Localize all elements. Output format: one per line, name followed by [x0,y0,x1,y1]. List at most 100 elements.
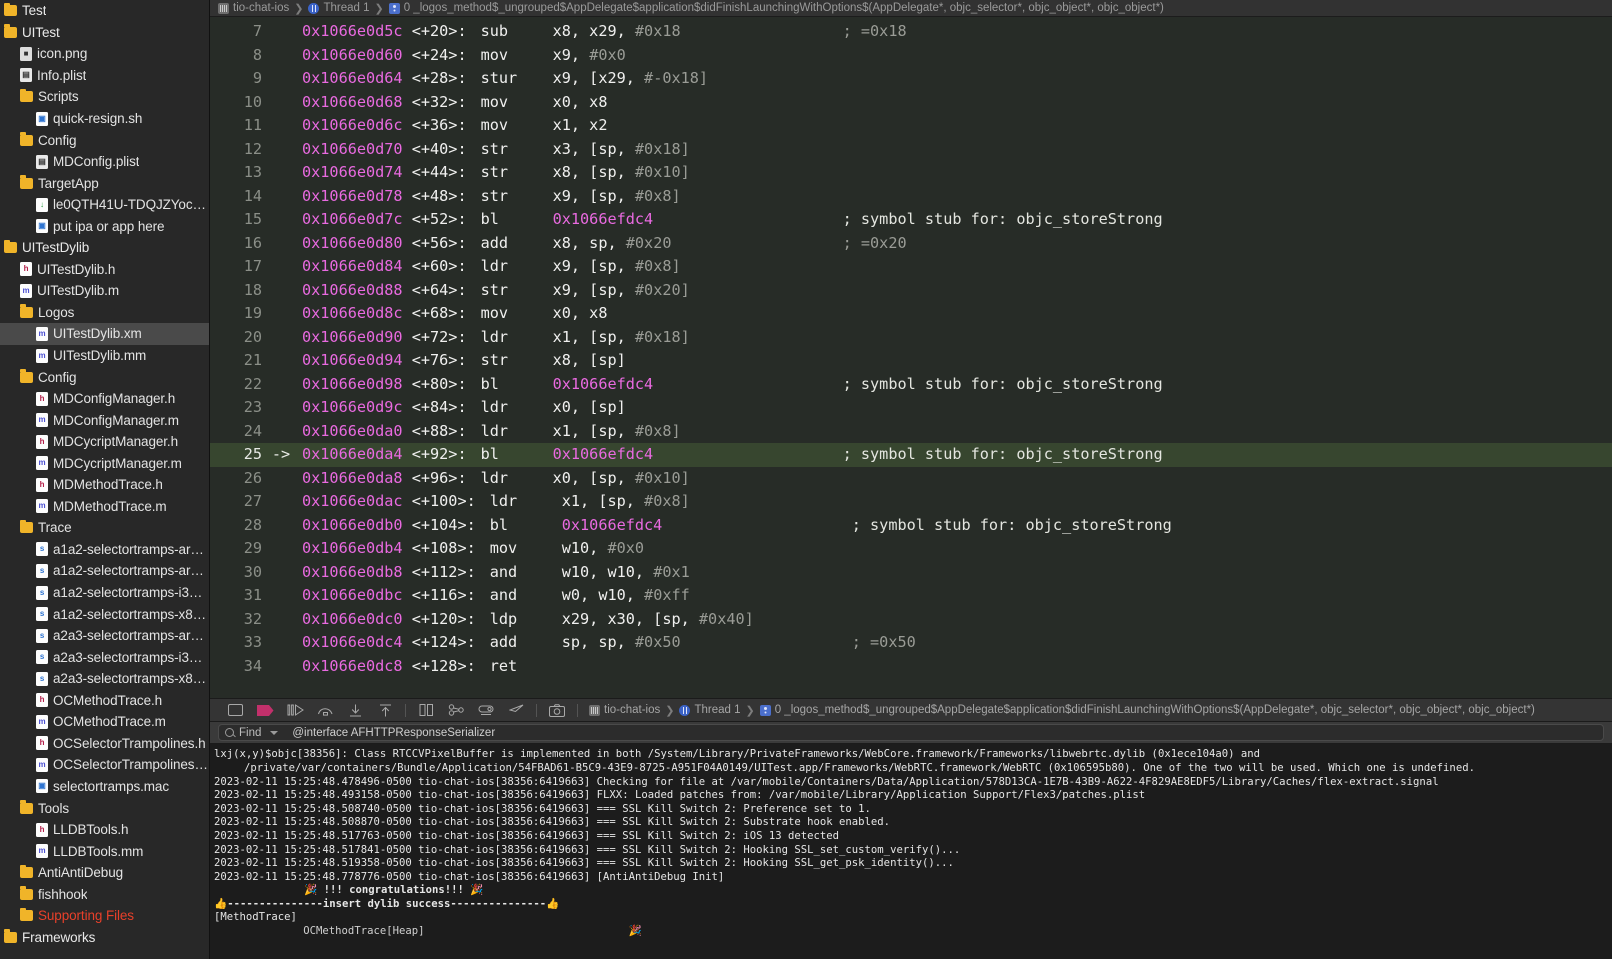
memory-graph-button[interactable] [441,699,471,721]
disassembly-row[interactable]: 15 0x1066e0d7c <+52>: bl 0x1066efdc4 ; symbo… [210,208,1612,232]
disassembly-row[interactable]: 28 0x1066e0db0 <+104>: bl 0x1066efdc4 ; symb… [210,514,1612,538]
sidebar-item-icon-png[interactable]: ■ icon.png [0,43,209,65]
disassembly-row[interactable]: 10 0x1066e0d68 <+32>: mov x0, x8 [210,91,1612,115]
step-into-button[interactable] [340,699,370,721]
disassembly-row[interactable]: 34 0x1066e0dc8 <+128>: ret [210,655,1612,679]
branch-target-address[interactable]: 0x1066efdc4 [562,516,663,534]
sidebar-item-ocselectortrampolines-mm[interactable]: m OCSelectorTrampolines.mm [0,754,209,776]
find-bar[interactable]: Find @interface AFHTTPResponseSerializer [210,722,1612,745]
branch-target-address[interactable]: 0x1066efdc4 [553,445,654,463]
sidebar-item-mdmethodtrace-m[interactable]: m MDMethodTrace.m [0,496,209,518]
sidebar-item-frameworks[interactable]: Frameworks [0,927,209,949]
disassembly-row[interactable]: 19 0x1066e0d8c <+68>: mov x0, x8 [210,302,1612,326]
jump-bar[interactable]: tio-chat-ios ❯ Thread 1 ❯ 0 _logos_metho… [210,0,1612,17]
disassembly-row[interactable]: 9 0x1066e0d64 <+28>: stur x9, [x29, #-0x18] [210,67,1612,91]
jump-bar-project[interactable]: tio-chat-ios [218,2,289,14]
branch-target-address[interactable]: 0x1066efdc4 [553,375,654,393]
debug-bar-thread[interactable]: Thread 1 [679,704,741,716]
chevron-down-icon[interactable] [270,730,279,735]
disassembly-row[interactable]: 24 0x1066e0da0 <+88>: ldr x1, [sp, #0x8] [210,420,1612,444]
sidebar-item-a2a3-selectortramps-x86-6[interactable]: s a2a3-selectortramps-x86_6... [0,668,209,690]
simulate-location-button[interactable] [501,699,531,721]
sidebar-item-logos[interactable]: Logos [0,302,209,324]
sidebar-item-mdconfigmanager-h[interactable]: h MDConfigManager.h [0,388,209,410]
disassembly-row[interactable]: 14 0x1066e0d78 <+48>: str x9, [sp, #0x8] [210,185,1612,209]
find-input[interactable]: @interface AFHTTPResponseSerializer [292,727,495,739]
disassembly-row[interactable]: 29 0x1066e0db4 <+108>: mov w10, #0x0 [210,537,1612,561]
sidebar-item-selectortramps-mac[interactable]: ▣ selectortramps.mac [0,776,209,798]
disassembly-row[interactable]: 32 0x1066e0dc0 <+120>: ldp x29, x30, [sp, #… [210,608,1612,632]
sidebar-item-a1a2-selectortramps-arm64-s[interactable]: s a1a2-selectortramps-arm64.s [0,560,209,582]
sidebar-item-mdcycriptmanager-h[interactable]: h MDCycriptManager.h [0,431,209,453]
sidebar-item-mdconfig-plist[interactable]: ▤ MDConfig.plist [0,151,209,173]
disassembly-row[interactable]: 18 0x1066e0d88 <+64>: str x9, [sp, #0x20] [210,279,1612,303]
disassembly-row[interactable]: 21 0x1066e0d94 <+76>: str x8, [sp] [210,349,1612,373]
debug-bar-jump-bar[interactable]: tio-chat-ios ❯ Thread 1 ❯ 0 _logos_metho… [589,704,1535,717]
deactivate-breakpoints-button[interactable] [250,699,280,721]
sidebar-item-uitestdylib-mm[interactable]: m UITestDylib.mm [0,345,209,367]
sidebar-item-mdcycriptmanager-m[interactable]: m MDCycriptManager.m [0,452,209,474]
environment-overrides-button[interactable] [471,699,501,721]
sidebar-item-targetapp[interactable]: TargetApp [0,172,209,194]
disassembly-row[interactable]: 26 0x1066e0da8 <+96>: ldr x0, [sp, #0x10] [210,467,1612,491]
disassembly-row[interactable]: 30 0x1066e0db8 <+112>: and w10, w10, #0x1 [210,561,1612,585]
disassembly-row[interactable]: 20 0x1066e0d90 <+72>: ldr x1, [sp, #0x18] [210,326,1612,350]
jump-bar-thread[interactable]: Thread 1 [308,2,370,14]
disassembly-row[interactable]: 16 0x1066e0d80 <+56>: add x8, sp, #0x20; =0… [210,232,1612,256]
debug-bar-project[interactable]: tio-chat-ios [589,704,660,716]
debug-toolbar[interactable]: tio-chat-ios ❯ Thread 1 ❯ 0 _logos_metho… [210,698,1612,723]
sidebar-item-test[interactable]: Test [0,0,209,22]
disassembly-row[interactable]: 8 0x1066e0d60 <+24>: mov x9, #0x0 [210,44,1612,68]
step-over-button[interactable] [310,699,340,721]
disassembly-row[interactable]: 31 0x1066e0dbc <+116>: and w0, w10, #0xff [210,584,1612,608]
project-navigator-sidebar[interactable]: Test UITest ■ icon.png ▤ Info.plist Scripts ▣ qu… [0,0,210,959]
branch-target-address[interactable]: 0x1066efdc4 [553,210,654,228]
sidebar-item-lldbtools-mm[interactable]: m LLDBTools.mm [0,840,209,862]
sidebar-item-a2a3-selectortramps-arm-s[interactable]: s a2a3-selectortramps-arm.s [0,625,209,647]
sidebar-item-lldbtools-h[interactable]: h LLDBTools.h [0,819,209,841]
disassembly-row[interactable]: 23 0x1066e0d9c <+84>: ldr x0, [sp] [210,396,1612,420]
sidebar-item-config[interactable]: Config [0,366,209,388]
hide-debug-area-button[interactable] [220,699,250,721]
sidebar-item-fishhook[interactable]: fishhook [0,883,209,905]
disassembly-row[interactable]: 22 0x1066e0d98 <+80>: bl 0x1066efdc4 ; symbo… [210,373,1612,397]
view-hierarchy-button[interactable] [411,699,441,721]
disassembly-row[interactable]: 27 0x1066e0dac <+100>: ldr x1, [sp, #0x8] [210,490,1612,514]
sidebar-item-mdmethodtrace-h[interactable]: h MDMethodTrace.h [0,474,209,496]
sidebar-item-uitest[interactable]: UITest [0,22,209,44]
sidebar-item-supporting-files[interactable]: Supporting Files [0,905,209,927]
sidebar-item-a1a2-selectortramps-arm-s[interactable]: s a1a2-selectortramps-arm.s [0,539,209,561]
sidebar-item-a1a2-selectortramps-x86-6[interactable]: s a1a2-selectortramps-x86_6... [0,603,209,625]
sidebar-item-uitestdylib-xm[interactable]: m UITestDylib.xm [0,323,209,345]
sidebar-item-a2a3-selectortramps-i386-s[interactable]: s a2a3-selectortramps-i386.s [0,646,209,668]
find-field-wrapper[interactable]: Find @interface AFHTTPResponseSerializer [218,724,1604,742]
sidebar-item-info-plist[interactable]: ▤ Info.plist [0,65,209,87]
sidebar-item-uitestdylib[interactable]: UITestDylib [0,237,209,259]
disassembly-row[interactable]: 17 0x1066e0d84 <+60>: ldr x9, [sp, #0x8] [210,255,1612,279]
disassembly-row[interactable]: 33 0x1066e0dc4 <+124>: add sp, sp, #0x50; =… [210,631,1612,655]
screenshot-button[interactable] [542,699,572,721]
sidebar-item-le0qth41u-tdqjzyocbpca[interactable]: ↓ le0QTH41U-TDQJZYocBpcA... [0,194,209,216]
sidebar-item-a1a2-selectortramps-i386-s[interactable]: s a1a2-selectortramps-i386.s [0,582,209,604]
sidebar-item-ocselectortrampolines-h[interactable]: h OCSelectorTrampolines.h [0,733,209,755]
disassembly-row[interactable]: 11 0x1066e0d6c <+36>: mov x1, x2 [210,114,1612,138]
sidebar-item-config[interactable]: Config [0,129,209,151]
sidebar-item-trace[interactable]: Trace [0,517,209,539]
disassembly-view[interactable]: 7 0x1066e0d5c <+20>: sub x8, x29, #0x18; =0… [210,17,1612,699]
step-out-button[interactable] [370,699,400,721]
sidebar-item-scripts[interactable]: Scripts [0,86,209,108]
disassembly-row[interactable]: 25 -> 0x1066e0da4 <+92>: bl 0x1066efdc4 ; sym… [210,443,1612,467]
sidebar-item-mdconfigmanager-m[interactable]: m MDConfigManager.m [0,409,209,431]
disassembly-row[interactable]: 12 0x1066e0d70 <+40>: str x3, [sp, #0x18] [210,138,1612,162]
sidebar-item-put-ipa-or-app-here[interactable]: ▣ put ipa or app here [0,215,209,237]
disassembly-row[interactable]: 7 0x1066e0d5c <+20>: sub x8, x29, #0x18; =0… [210,20,1612,44]
sidebar-item-antiantidebug[interactable]: AntiAntiDebug [0,862,209,884]
console-output[interactable]: lxj(x,y)$objc[38356]: Class RTCCVPixelBu… [210,744,1612,959]
sidebar-item-ocmethodtrace-m[interactable]: m OCMethodTrace.m [0,711,209,733]
debug-bar-frame[interactable]: 0 _logos_method$_ungrouped$AppDelegate$a… [759,704,1535,716]
sidebar-item-quick-resign-sh[interactable]: ▣ quick-resign.sh [0,108,209,130]
continue-button[interactable] [280,699,310,721]
jump-bar-frame[interactable]: 0 _logos_method$_ungrouped$AppDelegate$a… [388,2,1164,14]
sidebar-item-uitestdylib-m[interactable]: m UITestDylib.m [0,280,209,302]
sidebar-item-uitestdylib-h[interactable]: h UITestDylib.h [0,259,209,281]
